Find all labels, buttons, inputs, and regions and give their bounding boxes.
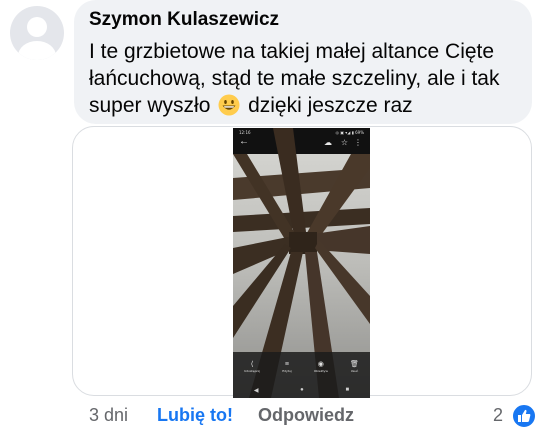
delete-tool[interactable]: 🗑 Usuń (350, 360, 359, 374)
comment-author[interactable]: Szymon Kulaszewicz (89, 9, 279, 31)
more-icon[interactable]: ⋮ (354, 139, 362, 147)
reply-button[interactable]: Odpowiedz (258, 405, 354, 426)
tool-label: Obiektyw (313, 369, 328, 373)
back-arrow-icon[interactable]: ← (239, 137, 249, 147)
nav-back-icon[interactable]: ◀ (254, 387, 259, 394)
comment-text-part-2: dzięki jeszcze raz (248, 94, 413, 117)
delete-icon: 🗑 (350, 361, 359, 368)
thumbs-up-icon[interactable] (511, 403, 537, 429)
cloud-icon[interactable]: ☁ (324, 139, 332, 147)
nav-home-icon[interactable]: ● (300, 387, 304, 393)
photo-toolbar: ⟨ Udostępnij ≡ Edytuj ◉ Obiektyw 🗑 Usuń (233, 352, 370, 382)
comment-text: I te grzbietowe na takiej małej altance … (89, 38, 529, 123)
attachment-screenshot[interactable]: 12:16 ◎ ▣ ▾◢ ▮ 69% ← ☁ ☆ ⋮ ⟨ Udostępnij … (233, 128, 370, 398)
star-icon[interactable]: ☆ (341, 139, 348, 147)
share-tool[interactable]: ⟨ Udostępnij (244, 360, 260, 374)
edit-icon: ≡ (284, 361, 289, 368)
comment-timestamp[interactable]: 3 dni (89, 405, 128, 426)
lens-icon: ◉ (317, 361, 324, 368)
edit-tool[interactable]: ≡ Edytuj (282, 360, 292, 374)
status-time: 12:16 (239, 130, 251, 135)
default-avatar-icon (18, 17, 56, 60)
status-icons: ◎ ▣ ▾◢ ▮ 69% (335, 130, 364, 135)
nav-recents-icon[interactable]: ■ (346, 387, 350, 393)
android-nav-bar: ◀ ● ■ (233, 382, 370, 398)
like-button[interactable]: Lubię to! (157, 405, 233, 426)
share-icon: ⟨ (250, 361, 254, 368)
lens-tool[interactable]: ◉ Obiektyw (314, 360, 328, 374)
reaction-count[interactable]: 2 (493, 405, 503, 426)
grinning-face-emoji-icon (218, 94, 240, 123)
tool-label: Udostępnij (244, 369, 261, 373)
avatar[interactable] (10, 6, 64, 60)
tool-label: Usuń (350, 369, 359, 373)
tool-label: Edytuj (282, 369, 292, 373)
